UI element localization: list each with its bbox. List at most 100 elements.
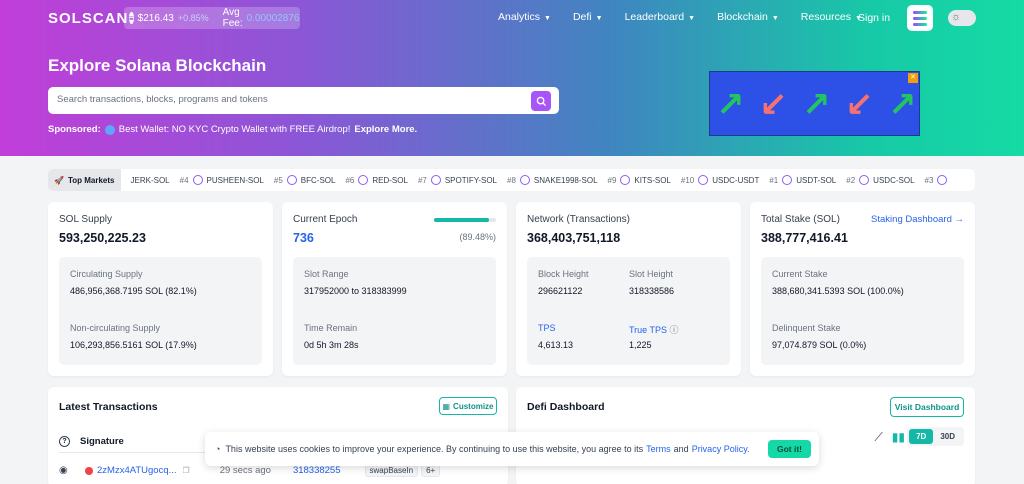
market-item[interactable]: #6 RED-SOL <box>335 175 408 185</box>
market-item[interactable]: JERK-SOL <box>121 175 170 185</box>
nav-label: Defi <box>572 11 592 23</box>
market-item[interactable]: #10 USDC-USDT <box>671 175 759 185</box>
search-input[interactable] <box>57 94 517 105</box>
market-rank: #8 <box>507 175 516 185</box>
market-item[interactable]: #1 USDT-SOL <box>759 175 836 185</box>
token-icon <box>519 175 530 185</box>
market-pair: USDC-USDT <box>712 175 760 185</box>
market-pair: BFC-SOL <box>300 175 336 185</box>
current-stake-label: Current Stake <box>772 269 828 279</box>
market-pair: JERK-SOL <box>130 175 170 185</box>
ad-close-icon[interactable]: ✕ <box>908 73 918 83</box>
market-item[interactable]: #7 SPOTIFY-SOL <box>408 175 497 185</box>
delinquent-stake-label: Delinquent Stake <box>772 323 841 333</box>
tx-signature-link[interactable]: 2zMzx4ATUgocq... <box>97 465 177 476</box>
sign-in-link[interactable]: Sign in <box>858 12 890 24</box>
solscan-logo[interactable]: SOLSCAN <box>48 10 128 27</box>
block-height-label: Block Height <box>538 269 589 279</box>
rocket-icon: 🚀 <box>54 175 64 185</box>
market-rank: #4 <box>179 175 189 185</box>
token-icon <box>937 175 948 185</box>
market-item[interactable]: #8 SNAKE1998-SOL <box>497 175 598 185</box>
range-7d[interactable]: 7D <box>909 429 934 444</box>
true-tps-value: 1,225 <box>629 340 652 350</box>
staking-link-text: Staking Dashboard <box>871 214 952 225</box>
sol-supply-title: SOL Supply <box>59 214 112 225</box>
block-height-value: 296621122 <box>538 286 583 296</box>
avg-fee-value: 0.00002876 <box>246 12 300 24</box>
market-item[interactable]: #9 KITS-SOL <box>598 175 671 185</box>
sol-supply-card: SOL Supply 593,250,225.23 Circulating Su… <box>48 202 273 376</box>
market-pair: RED-SOL <box>372 175 408 185</box>
nav-label: Analytics <box>498 11 541 23</box>
epoch-value[interactable]: 736 <box>293 231 314 245</box>
customize-button[interactable]: ▦ Customize <box>439 397 497 415</box>
sponsored-text[interactable]: Best Wallet: NO KYC Crypto Wallet with F… <box>119 124 351 135</box>
grid-icon: ▦ <box>442 401 451 411</box>
market-item[interactable]: #2 USDC-SOL <box>836 175 915 185</box>
nav-label: Leaderboard <box>624 11 685 23</box>
market-rank: #5 <box>273 175 283 185</box>
main-nav: Analytics ▼ Defi ▼ Leaderboard ▼ Blockchain… <box>498 11 862 23</box>
network-card: Network (Transactions) 368,403,751,118 B… <box>516 202 741 376</box>
ad-arrows: ↗ ↙ ↗ ↙ ↗ <box>716 86 921 124</box>
token-icon <box>286 175 297 185</box>
range-30d[interactable]: 30D <box>933 429 962 444</box>
token-icon <box>859 175 870 185</box>
staking-dashboard-link[interactable]: Staking Dashboard → <box>871 214 964 225</box>
top-markets-label[interactable]: 🚀 Top Markets <box>48 169 121 191</box>
nav-analytics[interactable]: Analytics ▼ <box>498 11 551 23</box>
search-button[interactable] <box>531 91 551 111</box>
search-bar <box>48 87 559 114</box>
help-icon[interactable]: ? <box>59 436 70 447</box>
nav-resources[interactable]: Resources ▼ <box>801 11 862 23</box>
nav-defi[interactable]: Defi ▼ <box>573 11 603 23</box>
ad-banner[interactable]: ✕ ↗ ↙ ↗ ↙ ↗ <box>709 71 920 136</box>
nav-blockchain[interactable]: Blockchain ▼ <box>717 11 779 23</box>
visit-dashboard-button[interactable]: Visit Dashboard <box>890 397 964 417</box>
current-stake-value: 388,680,341.5393 SOL (100.0%) <box>772 286 904 296</box>
chevron-down-icon: ▼ <box>544 15 551 22</box>
network-value: 368,403,751,118 <box>527 231 621 245</box>
terms-link[interactable]: Terms <box>646 444 671 454</box>
non-circulating-value: 106,293,856.5161 SOL (17.9%) <box>70 340 197 350</box>
theme-toggle[interactable] <box>948 10 976 26</box>
market-pair: USDT-SOL <box>796 175 837 185</box>
avg-fee-label: Avg Fee: <box>222 7 243 29</box>
copy-icon[interactable]: ❐ <box>183 466 190 475</box>
nav-leaderboard[interactable]: Leaderboard ▼ <box>625 11 696 23</box>
sol-price-badge: ≡ $216.43 +0.85% Avg Fee: 0.00002876 <box>124 7 300 29</box>
sponsored-link[interactable]: Explore More. <box>354 124 417 135</box>
tps-value: 4,613.13 <box>538 340 574 350</box>
bar-chart-icon[interactable]: ▮▮ <box>892 430 905 445</box>
true-tps-label[interactable]: True TPS ⓘ <box>629 323 679 336</box>
token-icon <box>192 175 203 185</box>
nav-label: Resources <box>800 11 851 23</box>
market-pair: KITS-SOL <box>634 175 671 185</box>
true-tps-text: True TPS <box>629 325 668 335</box>
tps-label[interactable]: TPS <box>538 323 556 333</box>
market-item[interactable]: #5 BFC-SOL <box>264 175 336 185</box>
time-remain-value: 0d 5h 3m 28s <box>304 340 359 350</box>
eye-icon[interactable]: ◉ <box>59 465 73 476</box>
privacy-policy-link[interactable]: Privacy Policy. <box>692 444 750 454</box>
solana-menu-button[interactable] <box>907 5 933 31</box>
sol-price-change: +0.85% <box>177 13 209 23</box>
market-item[interactable]: #3 <box>915 175 948 185</box>
stake-details: Current Stake 388,680,341.5393 SOL (100.… <box>761 257 964 365</box>
accept-cookies-button[interactable]: Got it! <box>767 440 811 458</box>
token-icon <box>782 175 793 185</box>
slot-height-label: Slot Height <box>629 269 674 279</box>
market-item[interactable]: #4 PUSHEEN-SOL <box>170 175 264 185</box>
epoch-details: Slot Range 317952000 to 318383999 Time R… <box>293 257 496 365</box>
info-icon[interactable]: ⓘ <box>670 325 679 335</box>
ad-arrow-icon: ↗ <box>888 86 917 124</box>
cookie-text: This website uses cookies to improve you… <box>225 444 644 454</box>
sol-coin-icon: ≡ <box>129 12 134 24</box>
tx-block-link[interactable]: 318338255 <box>293 465 341 476</box>
token-icon <box>698 175 709 185</box>
market-rank: #1 <box>769 175 779 185</box>
ad-arrow-icon: ↙ <box>759 86 788 124</box>
line-chart-icon[interactable]: ⟋ <box>874 430 882 445</box>
cookie-and: and <box>673 444 689 454</box>
